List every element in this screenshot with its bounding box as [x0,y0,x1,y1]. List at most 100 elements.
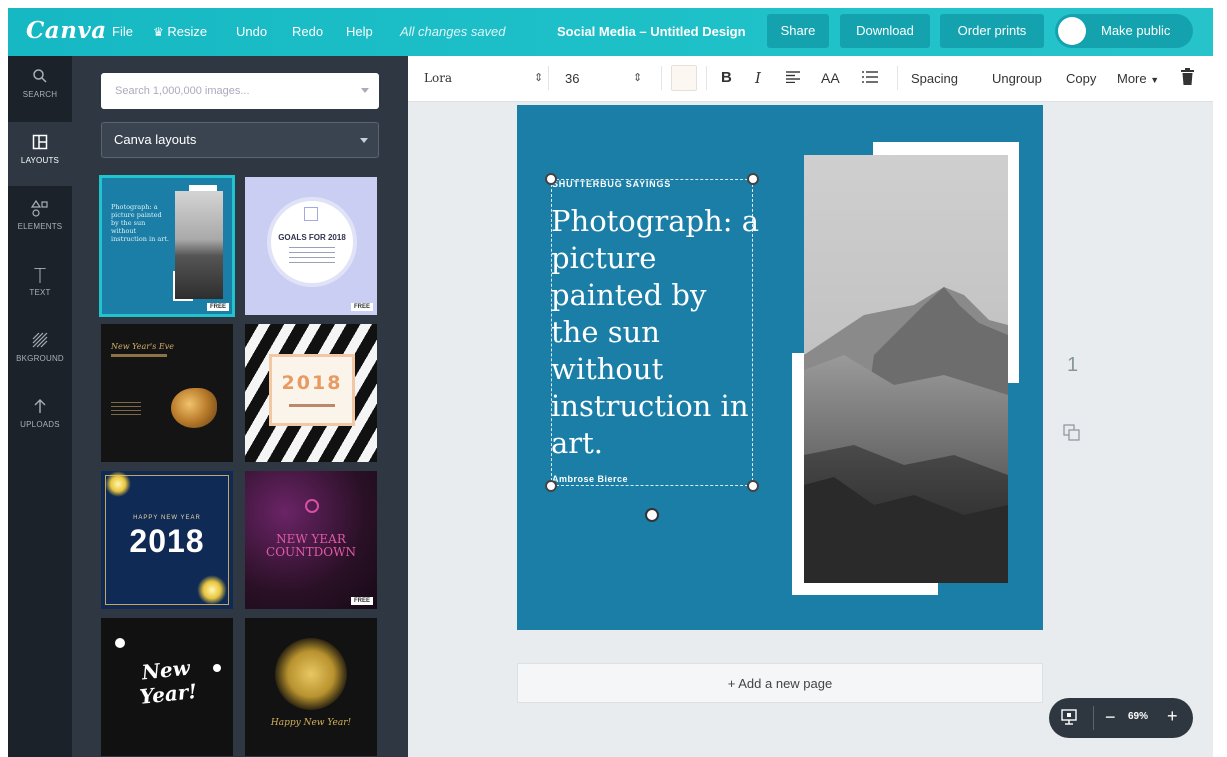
zoom-out-button[interactable]: − [1105,707,1116,728]
resize-handle-top-right[interactable] [747,173,759,185]
bold-button[interactable]: B [721,69,732,86]
thumb-happy-script: Happy New Year! [270,718,352,728]
notepad-icon [304,207,318,221]
resize-handle-bottom-right[interactable] [747,480,759,492]
thumb-subtitle-line [111,354,167,357]
font-family-select[interactable]: Lora [424,71,452,85]
make-public-toggle[interactable]: Make public [1055,14,1193,48]
layout-thumb-countdown[interactable]: NEW YEAR COUNTDOWN FREE [245,471,377,609]
copy-button[interactable]: Copy [1066,71,1096,86]
rail-label: BKGROUND [16,354,64,363]
menu-file[interactable]: File [112,24,133,39]
rail-label: ELEMENTS [17,222,63,231]
resize-handle-top-left[interactable] [545,173,557,185]
download-button[interactable]: Download [840,14,930,48]
toolbar-divider [548,66,549,90]
zoom-control: − 69% + [1049,698,1193,738]
elements-icon [29,199,51,220]
trash-icon[interactable] [1181,68,1194,88]
rail-layouts[interactable]: LAYOUTS [8,122,72,186]
toggle-knob [1058,17,1086,45]
rail-label: TEXT [29,288,51,297]
thumb-mountain-photo [175,191,223,299]
thumb-goals-list [289,247,335,267]
layouts-icon [29,134,51,154]
rail-label: UPLOADS [20,420,60,429]
text-color-swatch[interactable] [671,65,697,91]
layout-filter-value: Canva layouts [114,132,197,147]
present-icon[interactable] [1059,707,1081,729]
menu-help[interactable]: Help [346,24,373,39]
make-public-label: Make public [1101,23,1171,38]
rotate-handle-icon[interactable] [645,508,659,522]
design-title[interactable]: Social Media – Untitled Design [557,24,746,39]
order-prints-button[interactable]: Order prints [940,14,1044,48]
layout-thumb-photograph[interactable]: Photograph: a picture painted by the sun… [99,175,235,317]
image-search[interactable] [101,73,379,109]
canva-logo[interactable]: Canva [26,17,107,44]
thumb-firework [197,575,227,605]
duplicate-page-icon[interactable] [1063,424,1081,442]
zoom-in-button[interactable]: + [1167,706,1178,727]
toolbar-divider [897,66,898,90]
free-badge: FREE [350,597,373,605]
menu-redo[interactable]: Redo [292,24,323,39]
background-icon [29,332,51,352]
rail-background[interactable]: BKGROUND [8,320,72,384]
rail-text[interactable]: T TEXT [8,254,72,318]
thumb-dot [115,638,125,648]
save-status: All changes saved [400,24,506,39]
selection-box [551,179,753,486]
upload-icon [29,398,51,418]
free-badge: FREE [206,303,229,311]
font-dropdown-icon[interactable]: ⇕ [534,71,543,84]
page-number: 1 [1067,354,1079,376]
thumb-year: 2018 [129,523,205,559]
thumb-mask [171,388,217,428]
layout-thumb-zebra[interactable]: 2018 [245,324,377,462]
text-icon: T [33,264,47,288]
ungroup-button[interactable]: Ungroup [992,71,1042,86]
menu-resize[interactable]: ♛ Resize [153,24,207,39]
thumb-goals-title: GOALS FOR 2018 [278,233,346,242]
list-icon[interactable] [862,71,878,86]
rail-label: SEARCH [22,90,58,99]
free-badge: FREE [350,303,373,311]
add-page-button[interactable]: + Add a new page [517,663,1043,703]
thumb-emblem [305,499,319,513]
menu-undo[interactable]: Undo [236,24,267,39]
layout-thumb-glitter[interactable]: Happy New Year! [245,618,377,756]
crown-icon: ♛ [153,25,164,39]
search-input[interactable] [101,73,341,109]
mountain-photo[interactable] [804,155,1008,583]
thumb-firework [105,471,131,497]
layout-thumb-nye-mask[interactable]: New Year's Eve [101,324,233,462]
layout-thumb-new-year[interactable]: New Year! [101,618,233,756]
spacing-button[interactable]: Spacing [911,71,958,86]
thumb-happy: HAPPY NEW YEAR [133,515,201,521]
rail-elements[interactable]: ELEMENTS [8,188,72,252]
align-icon[interactable] [786,71,800,86]
share-button[interactable]: Share [767,14,829,48]
zoom-level: 69% [1128,711,1149,722]
italic-button[interactable]: I [755,69,761,87]
toolbar-divider [706,66,707,90]
chevron-down-icon[interactable] [361,88,369,93]
thumb-countdown: NEW YEAR COUNTDOWN [266,532,356,559]
caret-down-icon: ▼ [1150,75,1160,85]
resize-handle-bottom-left[interactable] [545,480,557,492]
layout-thumb-happy-2018[interactable]: HAPPY NEW YEAR 2018 [101,471,233,609]
layout-thumb-goals[interactable]: GOALS FOR 2018 FREE [245,177,377,315]
text-case-button[interactable]: AA [821,70,840,86]
more-label: More [1117,71,1147,86]
more-menu[interactable]: More ▼ [1117,71,1159,86]
thumb-new-year: New Year! [138,655,199,709]
rail-search[interactable]: SEARCH [8,56,72,120]
layout-filter-select[interactable]: Canva layouts [101,122,379,158]
font-size-select[interactable]: 36 [565,71,579,86]
thumb-quote: Photograph: a picture painted by the sun… [111,203,169,243]
size-dropdown-icon[interactable]: ⇕ [633,71,642,84]
thumb-detail-lines [111,402,141,418]
layouts-panel: Canva layouts Photograph: a picture pain… [72,56,408,757]
rail-uploads[interactable]: UPLOADS [8,386,72,450]
